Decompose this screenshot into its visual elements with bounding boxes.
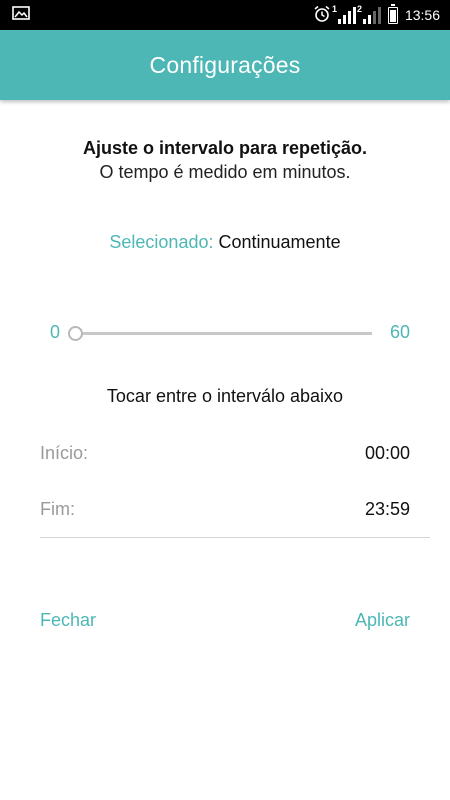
end-time-row[interactable]: Fim: 23:59: [40, 494, 410, 524]
dialog-actions: Fechar Aplicar: [40, 610, 410, 631]
selection-label: Selecionado:: [109, 232, 214, 252]
alarm-icon: [313, 5, 331, 26]
sim2-label: 2: [356, 4, 362, 14]
battery-icon: [387, 3, 398, 24]
selection-value: Continuamente: [218, 232, 341, 252]
range-title: Tocar entre o interválo abaixo: [106, 386, 344, 406]
image-icon: [12, 5, 30, 25]
signal-icon: 2: [357, 4, 381, 24]
signal-icon: 1: [332, 4, 356, 24]
instructions: Ajuste o intervalo para repetição. O tem…: [0, 136, 450, 184]
status-bar: 1 2 13:56: [0, 0, 450, 30]
sim1-label: 1: [331, 4, 337, 14]
divider: [40, 537, 430, 538]
apply-button[interactable]: Aplicar: [355, 610, 410, 631]
selection-display: Selecionado: Continuamente: [0, 232, 450, 253]
start-time-value[interactable]: 00:00: [365, 443, 410, 464]
slider-min-label: 0: [50, 322, 61, 342]
status-left: [12, 5, 30, 25]
slider-max-label: 60: [389, 322, 410, 342]
end-time-value[interactable]: 23:59: [365, 499, 410, 520]
instruction-subtext: O tempo é medido em minutos.: [99, 162, 351, 182]
interval-slider[interactable]: 0 60: [40, 320, 410, 346]
instruction-heading: Ajuste o intervalo para repetição.: [82, 138, 368, 158]
start-time-row[interactable]: Início: 00:00: [40, 438, 410, 468]
status-time: 13:56: [404, 7, 440, 23]
status-right: 1 2 13:56: [313, 3, 440, 26]
start-time-label: Início:: [40, 442, 89, 463]
end-time-label: Fim:: [40, 498, 75, 519]
page-title: Configurações: [149, 51, 301, 78]
close-button[interactable]: Fechar: [40, 610, 96, 631]
app-bar: Configurações: [0, 30, 450, 100]
slider-thumb[interactable]: [68, 326, 83, 341]
slider-track[interactable]: [76, 332, 372, 335]
